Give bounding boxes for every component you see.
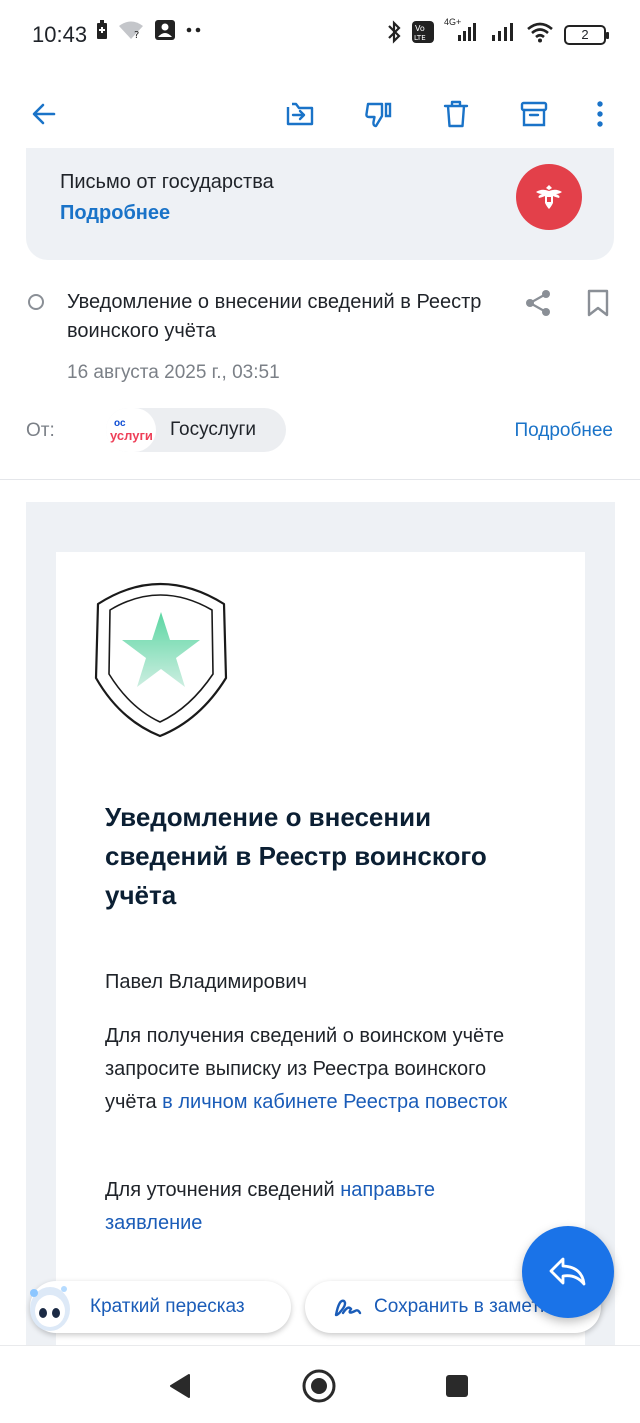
paragraph-2: Для уточнения сведений направьте заявлен…: [105, 1174, 525, 1240]
volte-icon: Vo LTE: [412, 21, 434, 48]
more-dots-icon: [186, 20, 202, 45]
unread-indicator-icon[interactable]: [28, 294, 44, 310]
back-arrow-icon[interactable]: [24, 94, 64, 134]
nav-back-icon[interactable]: [160, 1366, 200, 1406]
paragraph-2-text: Для уточнения сведений: [105, 1179, 335, 1201]
summary-label: Краткий пересказ: [90, 1296, 245, 1317]
logo-line1: ос: [114, 417, 126, 429]
logo-line2: услуги: [110, 427, 153, 443]
network-type-label: 4G+: [444, 17, 462, 27]
mail-toolbar: [0, 80, 640, 148]
banner-details-link[interactable]: Подробнее: [60, 202, 170, 225]
more-vert-icon[interactable]: [580, 94, 620, 134]
paragraph-1: Для получения сведений о воинском учёте …: [105, 1020, 525, 1119]
contact-card-icon: [154, 20, 176, 45]
battery-icon: 2: [564, 24, 609, 45]
divider: [0, 479, 640, 480]
status-bar: 10:43 ? Vo LTE 4G+ 2: [0, 0, 640, 68]
notes-pen-icon: [333, 1295, 363, 1324]
share-icon[interactable]: [522, 287, 554, 319]
spam-thumb-down-icon[interactable]: [358, 94, 398, 134]
message-subject: Уведомление о внесении сведений в Реестр…: [67, 291, 482, 342]
signal-icon: 4G+: [444, 17, 480, 48]
nav-home-icon[interactable]: [299, 1366, 339, 1406]
sender-details-link[interactable]: Подробнее: [514, 420, 613, 442]
archive-icon[interactable]: [514, 94, 554, 134]
mail-body-card: Уведомление о внесении сведений в Реестр…: [56, 552, 585, 1372]
svg-text:?: ?: [134, 30, 139, 40]
battery-saver-icon: [96, 20, 108, 45]
message-date: 16 августа 2025 г., 03:51: [67, 362, 280, 383]
banner-title: Письмо от государства: [60, 171, 274, 193]
system-navigation-bar: [0, 1345, 640, 1423]
gosuslugi-logo: ос услуги: [106, 408, 156, 452]
bluetooth-icon: [386, 20, 402, 49]
from-label: От:: [26, 420, 55, 441]
mail-heading: Уведомление о внесении сведений в Реестр…: [105, 802, 487, 910]
signal-icon: [490, 21, 516, 48]
reply-icon: [549, 1257, 586, 1286]
reply-button[interactable]: [522, 1226, 614, 1318]
ai-mascot-icon: [26, 1279, 76, 1340]
coat-of-arms-icon: [516, 164, 582, 230]
mail-body-container: Уведомление о внесении сведений в Реестр…: [26, 502, 615, 1372]
wifi-icon: [526, 21, 554, 48]
status-time: 10:43: [32, 22, 88, 47]
summary-button[interactable]: Краткий пересказ: [30, 1281, 291, 1333]
wifi-question-icon: ?: [118, 20, 144, 45]
svg-text:Vo: Vo: [415, 24, 425, 33]
move-to-folder-icon[interactable]: [280, 94, 320, 134]
personal-cabinet-link[interactable]: в личном кабинете Реестра повесток: [162, 1091, 507, 1113]
government-letter-banner: Письмо от государства Подробнее: [26, 148, 614, 260]
svg-text:LTE: LTE: [414, 34, 426, 42]
nav-recents-icon[interactable]: [437, 1366, 477, 1406]
greeting: Павел Владимирович: [105, 971, 307, 993]
sender-name: Госуслуги: [170, 419, 257, 440]
shield-star-icon: [90, 570, 232, 740]
sender-chip[interactable]: ос услуги Госуслуги: [106, 408, 286, 452]
trash-icon[interactable]: [436, 94, 476, 134]
bookmark-icon[interactable]: [582, 287, 614, 319]
